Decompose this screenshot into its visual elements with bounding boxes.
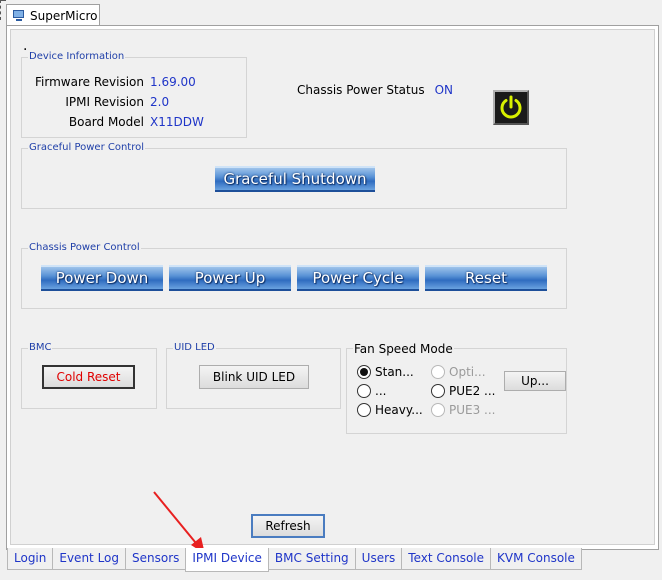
power-cycle-button[interactable]: Power Cycle — [297, 265, 419, 291]
reset-button[interactable]: Reset — [425, 265, 547, 291]
radio-unselected-icon — [357, 384, 371, 398]
fan-mode-update-button[interactable]: Up... — [504, 371, 566, 391]
tab-text-console[interactable]: Text Console — [401, 548, 492, 570]
fan-mode-pue2-label: PUE2 ... — [449, 384, 496, 398]
chassis-power-status: Chassis Power Status ON — [297, 83, 453, 97]
uid-led-group: UID LED Blink UID LED — [166, 341, 341, 409]
board-model-value: X11DDW — [150, 115, 204, 129]
fan-mode-optimal-radio[interactable]: Opti... — [431, 365, 486, 379]
fan-mode-pue2-radio[interactable]: PUE2 ... — [431, 384, 496, 398]
radio-unselected-icon — [431, 384, 445, 398]
ipmi-revision-row: IPMI Revision 2.0 — [28, 95, 169, 109]
power-down-button[interactable]: Power Down — [41, 265, 163, 291]
fan-mode-pue3-radio[interactable]: PUE3 ... — [431, 403, 496, 417]
tab-kvm-console[interactable]: KVM Console — [490, 548, 582, 570]
radio-unselected-icon — [357, 403, 371, 417]
app-tab-supermicro[interactable]: SuperMicro — [6, 4, 100, 26]
refresh-button[interactable]: Refresh — [251, 514, 325, 538]
fan-mode-full-label: ... — [375, 384, 387, 398]
fan-speed-mode-group: Fan Speed Mode Stan... Opti... ... PUE2 … — [346, 342, 567, 434]
firmware-revision-label: Firmware Revision — [35, 75, 144, 89]
fan-mode-pue3-label: PUE3 ... — [449, 403, 496, 417]
fan-mode-standard-radio[interactable]: Stan... — [357, 365, 414, 379]
tab-login[interactable]: Login — [7, 548, 54, 570]
graceful-shutdown-button[interactable]: Graceful Shutdown — [215, 166, 375, 192]
fan-mode-heavy-io-label: Heavy... — [375, 403, 423, 417]
fan-mode-heavy-io-radio[interactable]: Heavy... — [357, 403, 423, 417]
device-information-title: Device Information — [28, 50, 126, 64]
radio-unselected-icon — [431, 403, 445, 417]
focus-dot: . — [23, 38, 28, 54]
graceful-power-control-group: Graceful Power Control Graceful Shutdown — [21, 141, 567, 209]
power-icon[interactable] — [493, 90, 529, 125]
tab-event-log[interactable]: Event Log — [52, 548, 126, 570]
tab-users[interactable]: Users — [354, 548, 403, 570]
uid-led-title: UID LED — [173, 341, 216, 355]
computer-monitor-icon — [12, 9, 26, 22]
ipmi-revision-value: 2.0 — [150, 95, 170, 109]
board-model-label: Board Model — [68, 115, 144, 129]
bmc-title: BMC — [28, 341, 53, 355]
main-panel: . Device Information Firmware Revision 1.… — [6, 25, 659, 550]
radio-unselected-icon — [431, 365, 445, 379]
ipmi-device-page: . Device Information Firmware Revision 1.… — [10, 29, 655, 545]
tab-sensors[interactable]: Sensors — [125, 548, 187, 570]
bmc-group: BMC Cold Reset — [21, 341, 157, 409]
device-information-group: Device Information Firmware Revision 1.69… — [21, 50, 247, 138]
chassis-power-status-value: ON — [434, 83, 453, 97]
firmware-revision-row: Firmware Revision 1.69.00 — [28, 75, 196, 89]
tab-ipmi-device[interactable]: IPMI Device — [185, 548, 269, 572]
power-up-button[interactable]: Power Up — [169, 265, 291, 291]
chassis-power-status-label: Chassis Power Status — [297, 83, 425, 97]
bottom-tab-bar: Login Event Log Sensors IPMI Device BMC … — [7, 548, 582, 572]
radio-selected-icon — [357, 365, 371, 379]
chassis-power-control-title: Chassis Power Control — [28, 241, 141, 255]
board-model-row: Board Model X11DDW — [28, 115, 204, 129]
graceful-power-control-title: Graceful Power Control — [28, 141, 146, 155]
firmware-revision-value: 1.69.00 — [150, 75, 196, 89]
ipmi-revision-label: IPMI Revision — [65, 95, 144, 109]
fan-mode-optimal-label: Opti... — [449, 365, 486, 379]
tab-bmc-setting[interactable]: BMC Setting — [267, 548, 356, 570]
fan-mode-full-radio[interactable]: ... — [357, 384, 386, 398]
chassis-power-control-group: Chassis Power Control Power Down Power U… — [21, 241, 567, 309]
fan-mode-standard-label: Stan... — [375, 365, 414, 379]
fan-speed-mode-title: Fan Speed Mode — [353, 342, 454, 356]
app-tab-label: SuperMicro — [30, 8, 98, 23]
blink-uid-led-button[interactable]: Blink UID LED — [199, 365, 309, 389]
cold-reset-button[interactable]: Cold Reset — [42, 365, 135, 389]
